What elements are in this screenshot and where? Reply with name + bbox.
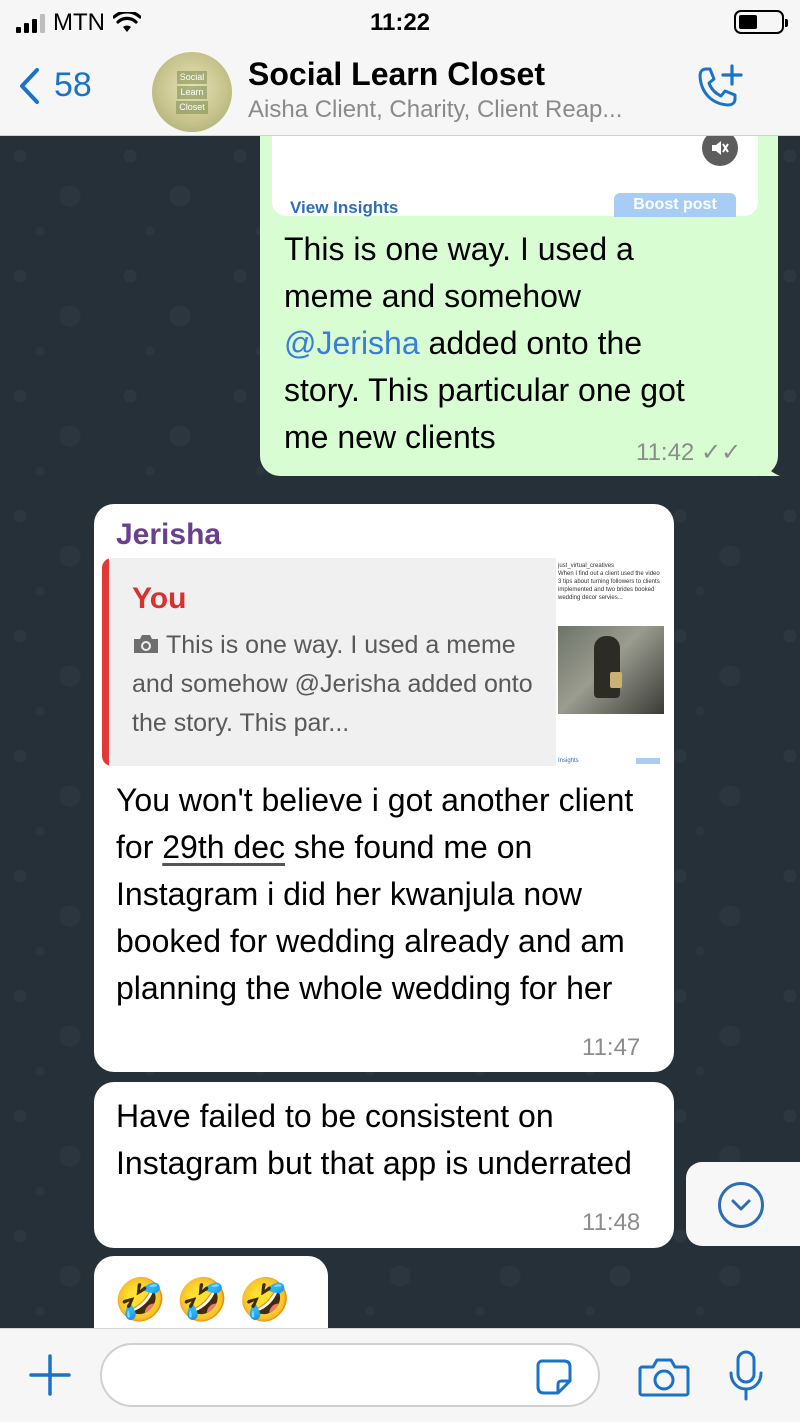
read-ticks-icon: ✓✓ [700, 439, 742, 466]
mention-link[interactable]: @Jerisha [284, 325, 420, 361]
message-text: Have failed to be consistent on Instagra… [116, 1098, 632, 1181]
camera-icon [134, 635, 158, 653]
group-avatar[interactable]: Social Learn Closet [152, 52, 232, 132]
sender-name: Jerisha [116, 518, 222, 551]
chat-area[interactable]: View Insights Boost post This is one way… [0, 136, 800, 1328]
avatar-text: Social [176, 70, 208, 84]
date-link[interactable]: 29th dec [162, 829, 285, 865]
message-time: 11:48 [582, 1209, 641, 1236]
battery-icon [734, 10, 788, 34]
time-label: 11:42 [636, 439, 695, 466]
message-text: This is one way. I used a meme and someh… [284, 226, 724, 461]
sticker-icon[interactable] [534, 1357, 574, 1397]
chat-participants[interactable]: Aisha Client, Charity, Client Reap... [248, 96, 622, 124]
message-input[interactable] [100, 1343, 600, 1407]
plus-icon[interactable] [28, 1353, 72, 1397]
avatar-text: Closet [176, 100, 208, 114]
quote-accent-bar [102, 558, 109, 766]
message-time: 11:47 [582, 1034, 641, 1061]
thumbnail-line: implemented and two brides booked [558, 587, 655, 593]
message-text: You won't believe i got another client f… [116, 777, 656, 1012]
chat-title[interactable]: Social Learn Closet [248, 56, 545, 93]
unread-count: 58 [54, 66, 92, 104]
thumbnail-photo [558, 626, 664, 714]
emoji-text: 🤣🤣🤣 [114, 1276, 301, 1323]
back-button[interactable]: 58 [18, 66, 92, 105]
bubble-tail [760, 454, 780, 476]
scroll-down-button[interactable] [686, 1162, 800, 1246]
muted-speaker-icon[interactable] [702, 136, 738, 166]
add-call-icon[interactable] [690, 62, 748, 114]
thumbnail-line: just_virtual_creatives [558, 563, 615, 569]
thumbnail-caption: just_virtual_creatives When I find out a… [556, 562, 666, 602]
thumbnail-line: 3 tips about turning followers to client… [558, 579, 660, 585]
status-time: 11:22 [369, 9, 431, 36]
quote-text: This is one way. I used a meme and someh… [132, 626, 552, 743]
incoming-message[interactable]: 🤣🤣🤣 [94, 1256, 328, 1328]
quote-thumbnail: just_virtual_creatives When I find out a… [556, 558, 666, 766]
thumbnail-button [636, 758, 660, 764]
message-time: 11:42 ✓✓ [636, 438, 741, 467]
microphone-icon[interactable] [726, 1349, 766, 1403]
view-insights-link[interactable]: View Insights [290, 198, 398, 218]
chat-header: 58 Social Learn Closet Social Learn Clos… [0, 46, 800, 136]
shared-post-card[interactable]: View Insights Boost post [272, 136, 758, 218]
quoted-message[interactable]: You This is one way. I used a meme and s… [102, 558, 666, 766]
thumbnail-line: When I find out a client used the video [558, 571, 660, 577]
thumbnail-insights: Insights [558, 758, 579, 764]
chevron-left-icon [20, 67, 39, 104]
quote-text-content: This is one way. I used a meme and someh… [132, 631, 533, 737]
camera-icon[interactable] [638, 1355, 690, 1399]
message-input-bar [0, 1328, 800, 1422]
avatar-text: Learn [177, 85, 207, 99]
thumbnail-line: wedding decor servies... [558, 595, 623, 601]
message-text-part: This is one way. I used a meme and someh… [284, 231, 634, 314]
quote-author: You [132, 582, 187, 615]
status-bar: MTN 11:22 [0, 0, 800, 46]
chevron-down-icon [718, 1182, 764, 1228]
boost-post-button[interactable]: Boost post [614, 193, 736, 217]
